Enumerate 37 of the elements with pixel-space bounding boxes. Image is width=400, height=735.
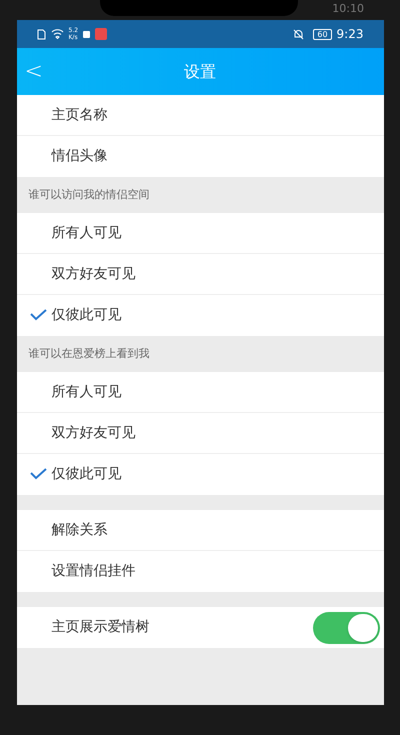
settings-row[interactable]: 设置情侣挂件: [16, 551, 384, 592]
row-label: 所有人可见: [52, 382, 122, 402]
settings-row[interactable]: 双方好友可见: [16, 413, 384, 454]
settings-row[interactable]: 主页展示爱情树: [16, 607, 384, 648]
checkmark-icon: [30, 468, 46, 480]
settings-row[interactable]: 双方好友可见: [16, 254, 384, 295]
settings-row[interactable]: 解除关系: [16, 510, 384, 551]
switch-knob: [348, 614, 378, 642]
page-title: 设置: [184, 60, 216, 82]
notification-icon: [83, 30, 90, 38]
row-label: 所有人可见: [52, 224, 122, 242]
row-label: 仅彼此可见: [52, 465, 122, 484]
app-notification-icon: [95, 28, 108, 40]
toggle-switch[interactable]: [312, 612, 380, 644]
row-label: 双方好友可见: [52, 264, 136, 284]
wifi-icon: [50, 29, 64, 39]
settings-row[interactable]: 主页名称: [16, 95, 384, 136]
sim-icon: [36, 28, 46, 40]
settings-row[interactable]: 情侣头像: [16, 136, 384, 177]
status-time: 9:23: [336, 26, 364, 43]
battery-indicator: 60: [313, 28, 332, 40]
checkmark-icon: [30, 309, 46, 321]
settings-row[interactable]: 仅彼此可见: [16, 295, 384, 336]
device-time: 10:10: [332, 2, 364, 15]
row-label: 仅彼此可见: [52, 306, 122, 325]
row-label: 双方好友可见: [52, 424, 136, 442]
row-label: 情侣头像: [52, 147, 108, 166]
row-label: 主页展示爱情树: [52, 618, 150, 637]
section-header: 谁可以访问我的情侣空间: [28, 186, 150, 203]
row-label: 解除关系: [52, 520, 108, 540]
settings-row[interactable]: 仅彼此可见: [16, 454, 384, 495]
section-header: 谁可以在恩爱榜上看到我: [28, 346, 150, 362]
settings-row[interactable]: 所有人可见: [16, 372, 384, 413]
row-label: 设置情侣挂件: [52, 562, 136, 581]
settings-row[interactable]: 所有人可见: [16, 213, 384, 254]
mute-bell-icon: [293, 28, 304, 40]
row-label: 主页名称: [52, 106, 108, 124]
